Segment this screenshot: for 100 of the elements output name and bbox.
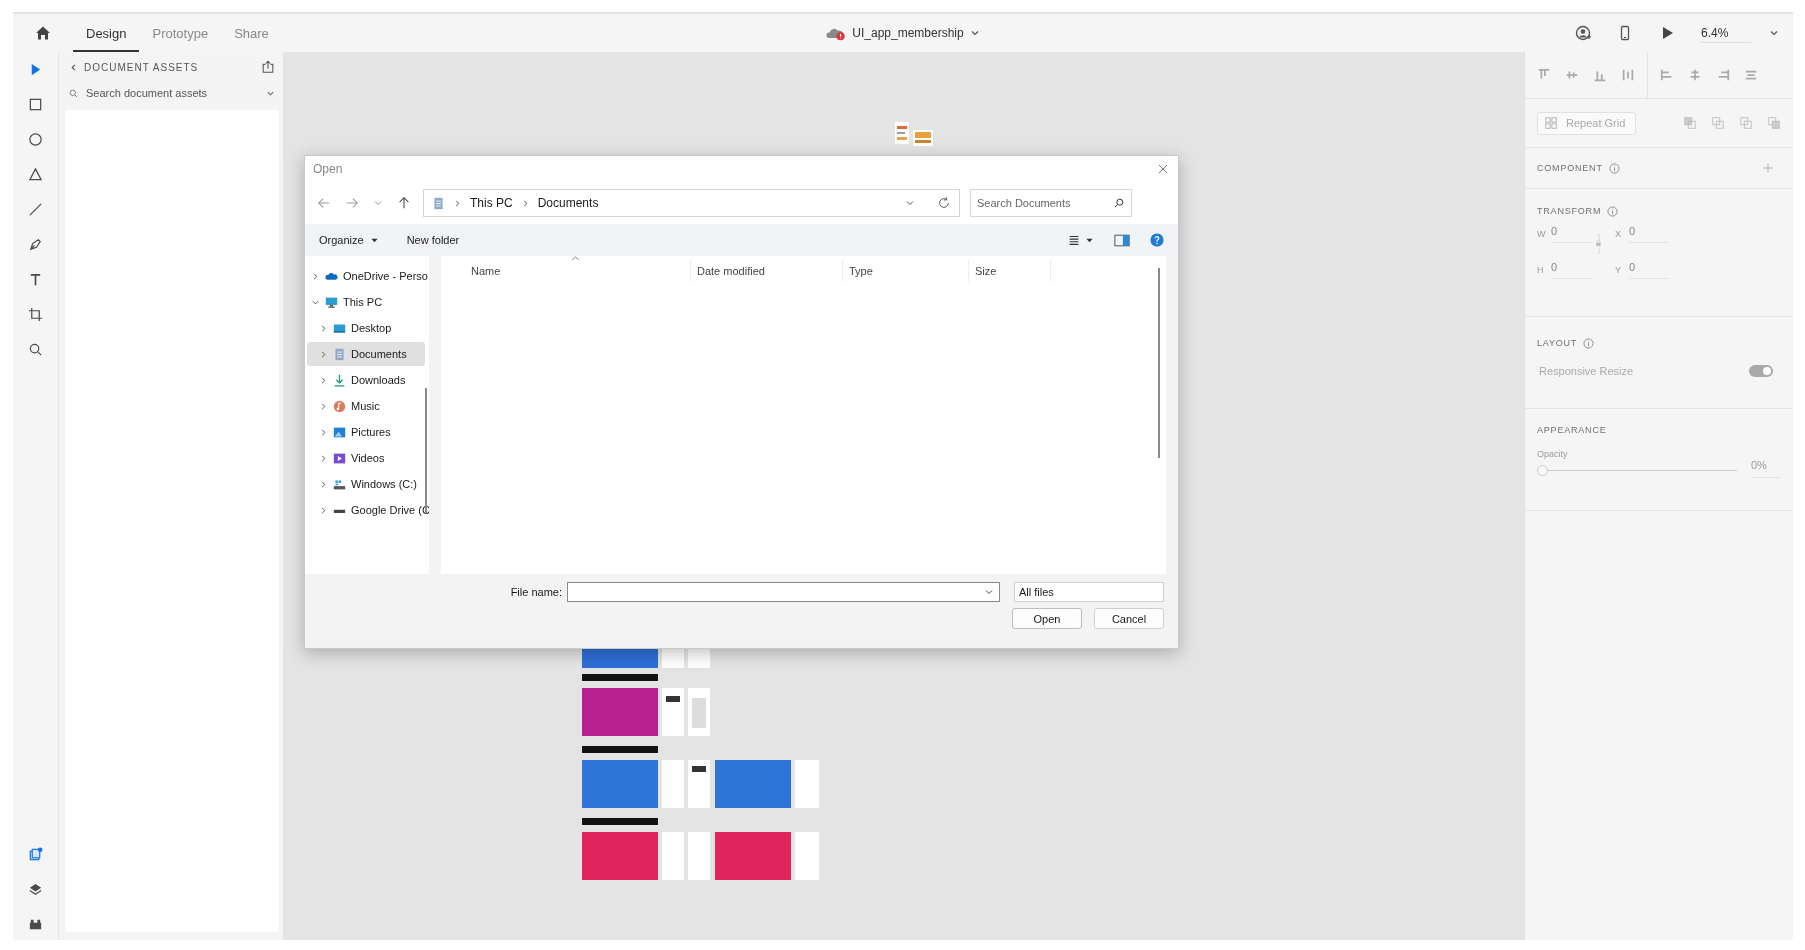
chevron-icon[interactable] xyxy=(319,323,328,333)
music-icon xyxy=(333,399,346,413)
search-field[interactable]: Search document assets xyxy=(84,86,260,100)
video-icon xyxy=(333,451,346,465)
section-title: TRANSFORM xyxy=(1537,206,1602,216)
chevron-down-icon[interactable] xyxy=(969,28,980,38)
circle-icon[interactable] xyxy=(28,132,43,147)
overlapping-squares-icon[interactable] xyxy=(1683,116,1697,130)
nav-item[interactable]: Videos xyxy=(307,446,425,470)
setting-label: Responsive Resize xyxy=(1539,365,1634,377)
forward-arrow-icon[interactable] xyxy=(345,196,359,210)
back-arrow-icon[interactable] xyxy=(317,196,331,210)
nav-item[interactable]: Downloads xyxy=(307,368,425,392)
up-arrow-icon[interactable] xyxy=(397,196,411,210)
toggle-switch[interactable] xyxy=(1749,365,1773,377)
section-title: APPEARANCE xyxy=(1537,425,1608,435)
breadcrumb[interactable]: This PC xyxy=(470,196,513,210)
slider-label: Opacity xyxy=(1537,449,1569,459)
search-field[interactable]: Search Documents xyxy=(970,189,1132,217)
alignment-icon[interactable] xyxy=(1716,68,1730,82)
assets-icon[interactable] xyxy=(28,847,43,862)
info-icon[interactable] xyxy=(1583,337,1595,349)
column-header[interactable]: Date modified xyxy=(691,260,843,282)
document-icon xyxy=(333,347,346,361)
section-title: LAYOUT xyxy=(1537,338,1578,348)
alignment-icon[interactable] xyxy=(1660,68,1674,82)
new-folder-button[interactable]: New folder xyxy=(404,234,462,246)
address-bar[interactable]: This PC Documents xyxy=(423,189,960,217)
chevron-down-icon[interactable] xyxy=(984,587,994,597)
field-label: W xyxy=(1537,229,1545,239)
search-icon[interactable] xyxy=(28,342,43,357)
scrollbar[interactable] xyxy=(1158,268,1160,458)
alignment-icon[interactable] xyxy=(1621,68,1635,82)
help-icon[interactable] xyxy=(1150,233,1164,247)
file-name-field[interactable] xyxy=(567,582,1000,602)
document-title[interactable]: UI_app_membership xyxy=(852,26,964,40)
square-icon[interactable] xyxy=(28,97,43,112)
field-label: H xyxy=(1537,265,1545,275)
section-title: COMPONENT xyxy=(1537,163,1603,173)
nav-item[interactable]: Desktop xyxy=(307,316,425,340)
info-icon[interactable] xyxy=(1607,205,1619,217)
preview-pane-icon[interactable] xyxy=(1114,233,1130,247)
search-icon xyxy=(69,88,78,98)
chevron-down-icon[interactable] xyxy=(1769,28,1779,38)
file-type-dropdown[interactable]: All files xyxy=(1014,582,1164,602)
text-tool-icon[interactable] xyxy=(28,272,43,287)
pen-icon[interactable] xyxy=(28,237,43,252)
dialog-title: Open xyxy=(313,162,343,176)
nav-item[interactable]: Music xyxy=(307,394,425,418)
nav-item[interactable]: Pictures xyxy=(307,420,425,444)
close-icon[interactable] xyxy=(1158,164,1168,174)
chevron-icon[interactable] xyxy=(319,375,328,385)
organize-menu[interactable]: Organize xyxy=(317,234,366,246)
chevron-icon[interactable] xyxy=(319,401,328,411)
back-icon[interactable] xyxy=(69,62,78,72)
column-header[interactable]: Name xyxy=(441,260,691,282)
refresh-icon[interactable] xyxy=(937,196,951,210)
zoom-dropdown[interactable]: 6.4% xyxy=(1701,23,1751,43)
info-icon[interactable] xyxy=(1608,162,1620,174)
slider-thumb[interactable] xyxy=(1537,464,1548,476)
desktop-icon xyxy=(333,321,346,335)
chevron-icon[interactable] xyxy=(319,505,328,515)
breadcrumb[interactable]: Documents xyxy=(537,196,599,210)
column-header[interactable]: Type xyxy=(843,260,969,282)
chevron-icon[interactable] xyxy=(319,349,328,359)
artboard-icon[interactable] xyxy=(28,307,43,322)
home-icon[interactable] xyxy=(35,25,51,41)
line-icon[interactable] xyxy=(28,202,43,217)
layers-icon[interactable] xyxy=(28,882,43,897)
plugins-icon[interactable] xyxy=(28,917,43,932)
chevron-icon[interactable] xyxy=(319,479,328,489)
monitor-icon xyxy=(325,295,338,309)
field-label: X xyxy=(1615,229,1622,239)
chevron-icon[interactable] xyxy=(319,453,328,463)
open-button[interactable]: Open xyxy=(1012,608,1082,629)
document-icon xyxy=(432,196,445,210)
picture-icon xyxy=(333,425,346,439)
list-view-icon[interactable] xyxy=(1067,233,1081,247)
alignment-icon[interactable] xyxy=(1537,68,1551,82)
nav-item[interactable]: This PC xyxy=(307,290,425,314)
scrollbar[interactable] xyxy=(425,388,427,513)
chevron-down-icon[interactable] xyxy=(905,198,915,208)
alignment-icon[interactable] xyxy=(1688,68,1702,82)
alignment-icon[interactable] xyxy=(1744,68,1758,82)
nav-item[interactable]: Documents xyxy=(307,342,425,366)
grid-icon xyxy=(1544,116,1558,130)
field-label: Y xyxy=(1615,265,1622,275)
download-icon xyxy=(333,373,346,387)
cancel-button[interactable]: Cancel xyxy=(1094,608,1164,629)
overlapping-squares-icon[interactable] xyxy=(1767,116,1781,130)
field-label: File name: xyxy=(510,586,562,598)
chevron-icon[interactable] xyxy=(311,271,320,281)
column-header[interactable]: Size xyxy=(969,260,1051,282)
search-icon xyxy=(1114,198,1124,208)
user-add-icon[interactable] xyxy=(1575,25,1591,41)
chevron-icon[interactable] xyxy=(319,427,328,437)
triangle-icon[interactable] xyxy=(28,167,43,182)
share-icon[interactable] xyxy=(261,60,275,74)
drive-icon xyxy=(333,477,346,491)
nav-item[interactable]: Windows (C:) xyxy=(307,472,425,496)
